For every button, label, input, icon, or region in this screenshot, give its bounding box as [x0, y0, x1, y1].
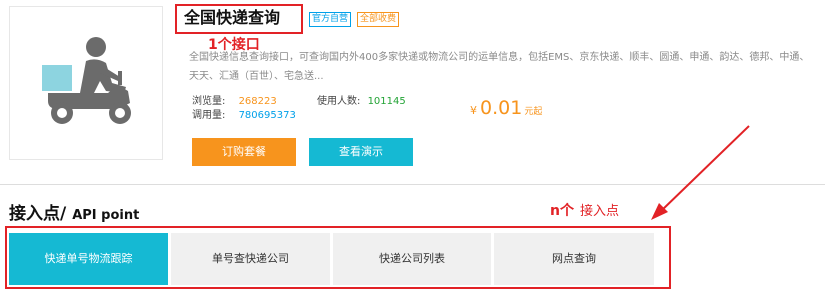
- calls-label: 调用量:: [192, 110, 226, 121]
- tab-lookup-company[interactable]: 单号查快递公司: [171, 233, 330, 285]
- product-description: 全国快递信息查询接口，可查询国内外400多家快递或物流公司的运单信息，包括EMS…: [189, 52, 810, 82]
- tab-outlet-query[interactable]: 网点查询: [494, 233, 654, 285]
- annotation-n-suffix: 接入点: [579, 204, 619, 219]
- api-section-title-en: API point: [72, 208, 140, 223]
- order-package-button[interactable]: 订购套餐: [192, 138, 296, 166]
- page-title: 全国快递查询: [184, 8, 281, 27]
- annotation-n-endpoints: n个 接入点: [550, 202, 619, 221]
- delivery-scooter-icon: [42, 37, 131, 124]
- annotation-n-prefix: n个: [550, 203, 574, 219]
- price: ¥0.01 元起: [470, 97, 542, 119]
- charge-badge: 全部收费: [357, 12, 400, 27]
- api-section-title: 接入点/API point: [9, 199, 139, 224]
- annotation-one-interface: 1个接口: [208, 37, 260, 53]
- view-demo-button[interactable]: 查看演示: [309, 138, 413, 166]
- users-label: 使用人数:: [317, 96, 361, 107]
- api-section-title-cn: 接入点/: [9, 204, 67, 224]
- price-unit: 元起: [524, 107, 543, 117]
- tab-company-list[interactable]: 快递公司列表: [333, 233, 491, 285]
- tab-tracking[interactable]: 快递单号物流跟踪: [9, 233, 168, 285]
- views-value: 268223: [238, 96, 277, 107]
- price-amount: 0.01: [480, 97, 523, 119]
- calls-value: 780695373: [238, 110, 296, 121]
- calls-stat: 调用量: 780695373: [192, 109, 296, 122]
- views-stat: 浏览量: 268223: [192, 95, 277, 108]
- views-label: 浏览量:: [192, 96, 226, 107]
- users-stat: 使用人数: 101145: [317, 95, 406, 108]
- product-image: [9, 6, 163, 160]
- price-currency: ¥: [470, 104, 477, 117]
- users-value: 101145: [367, 96, 406, 107]
- section-divider: [0, 184, 825, 185]
- official-badge: 官方自营: [309, 12, 352, 27]
- api-product-page: 全国快递查询 官方自营 全部收费 全国快递信息查询接口，可查询国内外400多家快…: [0, 0, 825, 296]
